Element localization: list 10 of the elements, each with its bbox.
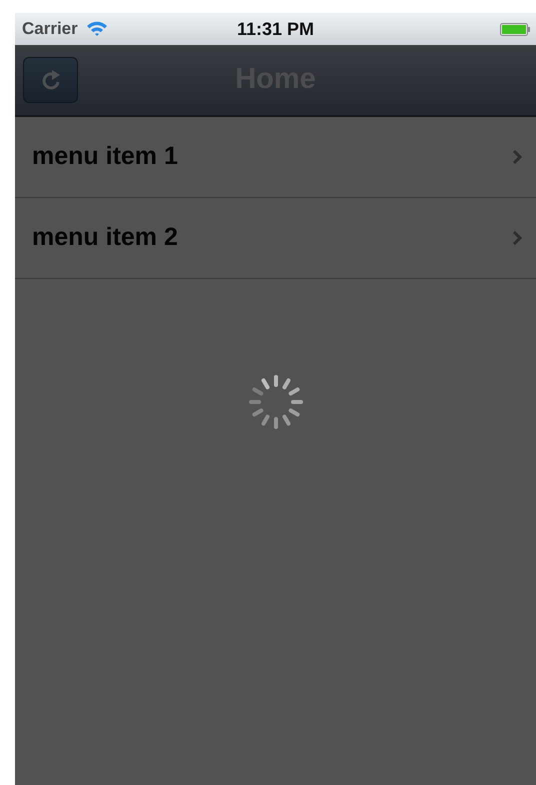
carrier-label: Carrier bbox=[22, 18, 78, 40]
chevron-icon bbox=[512, 149, 522, 165]
refresh-icon bbox=[40, 68, 62, 92]
menu-item[interactable]: menu item 2 bbox=[15, 198, 536, 279]
wifi-icon bbox=[86, 21, 108, 37]
refresh-button[interactable] bbox=[23, 57, 78, 103]
battery-icon bbox=[500, 22, 530, 36]
chevron-icon bbox=[512, 230, 522, 246]
menu-item[interactable]: menu item 1 bbox=[15, 117, 536, 198]
status-time: 11:31 PM bbox=[236, 18, 314, 40]
